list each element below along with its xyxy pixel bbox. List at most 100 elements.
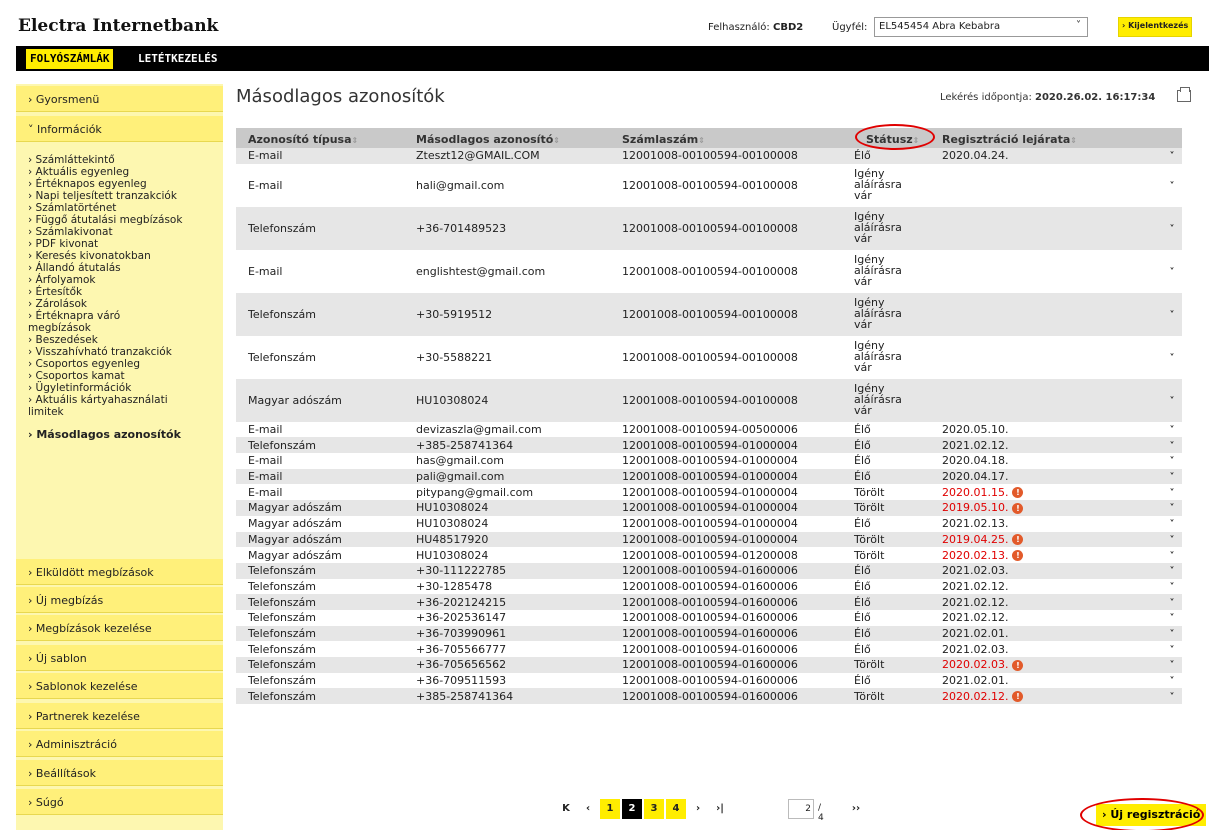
row-expand[interactable]: ˅ [1150, 562, 1182, 579]
table-row[interactable]: Telefonszám +36-709511593 12001008-0010059… [236, 673, 1182, 689]
table-row[interactable]: E-mail Zteszt12@GMAIL.COM 12001008-0010059… [236, 148, 1182, 164]
row-expand[interactable]: ˅ [1150, 484, 1182, 500]
row-expand[interactable]: ˅ [1150, 378, 1182, 422]
client-select[interactable]: EL545454 Abra Kebabra ˅ [874, 17, 1088, 37]
page-1[interactable]: 1 [600, 799, 620, 819]
table-row[interactable]: E-mail hali@gmail.com 12001008-00100594-00… [236, 164, 1182, 207]
row-expand[interactable]: ˅ [1150, 625, 1182, 642]
page-4[interactable]: 4 [666, 799, 686, 819]
table-row[interactable]: E-mail pitypang@gmail.com 12001008-0010059… [236, 484, 1182, 500]
page-3[interactable]: 3 [644, 799, 664, 819]
last-page-icon[interactable]: ›| [710, 799, 730, 819]
sidebar-subitem[interactable]: › PDF kivonat [16, 238, 223, 250]
sidebar-item[interactable]: › Súgó [16, 789, 223, 815]
sidebar-subitem[interactable]: › Aktuális kártyahasználati [16, 394, 223, 406]
logout-button[interactable]: › Kijelentkezés [1118, 17, 1193, 37]
print-icon[interactable] [1177, 87, 1191, 102]
table-row[interactable]: Telefonszám +36-705566777 12001008-0010059… [236, 641, 1182, 657]
table-row[interactable]: Magyar adószám HU10308024 12001008-0010059… [236, 378, 1182, 422]
row-expand[interactable]: ˅ [1150, 206, 1182, 250]
sidebar-item[interactable]: › Partnerek kezelése [16, 703, 223, 729]
table-row[interactable]: Telefonszám +30-5919512 12001008-00100594-… [236, 292, 1182, 336]
row-expand[interactable]: ˅ [1150, 453, 1182, 469]
row-expand[interactable]: ˅ [1150, 164, 1182, 207]
sidebar-subitem[interactable]: › Számlatörténet [16, 202, 223, 214]
table-row[interactable]: Telefonszám +385-258741364 12001008-001005… [236, 437, 1182, 454]
sidebar-subitem[interactable]: › Keresés kivonatokban [16, 250, 223, 262]
row-expand[interactable]: ˅ [1150, 468, 1182, 485]
sidebar-subitem[interactable]: › Aktuális egyenleg [16, 166, 223, 178]
row-expand[interactable]: ˅ [1150, 250, 1182, 293]
next-page-icon[interactable]: › [688, 799, 708, 819]
row-expand[interactable]: ˅ [1150, 579, 1182, 595]
tab-letetkezeles[interactable]: LETÉTKEZELÉS [134, 49, 221, 69]
table-row[interactable]: Telefonszám +30-111222785 12001008-0010059… [236, 562, 1182, 579]
row-expand[interactable]: ˅ [1150, 610, 1182, 626]
sidebar-subitem[interactable]: megbízások [16, 322, 223, 334]
tab-folyoszamlak[interactable]: FOLYÓSZÁMLÁK [26, 49, 114, 69]
row-expand[interactable]: ˅ [1150, 641, 1182, 657]
row-expand[interactable]: ˅ [1150, 437, 1182, 454]
go-page-icon[interactable]: ›› [846, 799, 866, 819]
sidebar-item[interactable]: › Elküldött megbízások [16, 559, 223, 585]
table-row[interactable]: Telefonszám +36-701489523 12001008-0010059… [236, 206, 1182, 250]
table-row[interactable]: E-mail pali@gmail.com 12001008-00100594-01… [236, 468, 1182, 485]
sidebar-subitem[interactable]: › Értesítők [16, 286, 223, 298]
table-row[interactable]: Telefonszám +385-258741364 12001008-001005… [236, 688, 1182, 705]
first-page-icon[interactable]: K [556, 799, 576, 819]
row-expand[interactable]: ˅ [1150, 292, 1182, 336]
table-row[interactable]: Magyar adószám HU10308024 12001008-0010059… [236, 500, 1182, 516]
sidebar-item[interactable]: › Beállítások [16, 760, 223, 786]
sidebar-subitem[interactable]: › Visszahívható tranzakciók [16, 346, 223, 358]
row-expand[interactable]: ˅ [1150, 531, 1182, 548]
table-row[interactable]: Magyar adószám HU48517920 12001008-0010059… [236, 531, 1182, 548]
sidebar-item[interactable]: › Új sablon [16, 645, 223, 671]
sidebar-subitem[interactable]: › Értéknapra váró [16, 310, 223, 322]
prev-page-icon[interactable]: ‹ [578, 799, 598, 819]
row-expand[interactable]: ˅ [1150, 148, 1182, 164]
sidebar-subitem[interactable]: › Számláttekintő [16, 154, 223, 166]
page-2[interactable]: 2 [622, 799, 642, 819]
row-expand[interactable]: ˅ [1150, 500, 1182, 516]
sidebar-subitem[interactable]: › Másodlagos azonosítók [16, 429, 223, 441]
sidebar-subitem[interactable]: › Zárolások [16, 298, 223, 310]
row-expand[interactable]: ˅ [1150, 516, 1182, 532]
row-expand[interactable]: ˅ [1150, 594, 1182, 610]
sidebar-subitem[interactable]: › Értéknapos egyenleg [16, 178, 223, 190]
row-expand[interactable]: ˅ [1150, 336, 1182, 379]
table-row[interactable]: E-mail devizaszla@gmail.com 12001008-00100… [236, 422, 1182, 438]
table-row[interactable]: E-mail englishtest@gmail.com 12001008-0010… [236, 250, 1182, 293]
sidebar-item[interactable]: › Megbízások kezelése [16, 615, 223, 641]
table-row[interactable]: Telefonszám +36-202536147 12001008-0010059… [236, 610, 1182, 626]
sidebar-subitem[interactable]: › Beszedések [16, 334, 223, 346]
sidebar-subitem[interactable]: limitek [16, 406, 223, 418]
column-header[interactable]: Számlaszám⇕ [610, 128, 854, 148]
sidebar-subitem[interactable]: › Számlakivonat [16, 226, 223, 238]
table-row[interactable]: Magyar adószám HU10308024 12001008-0010059… [236, 547, 1182, 563]
column-header[interactable]: Másodlagos azonosító⇕ [404, 128, 610, 148]
table-row[interactable]: Telefonszám +36-703990961 12001008-0010059… [236, 625, 1182, 642]
row-expand[interactable]: ˅ [1150, 673, 1182, 689]
sidebar-subitem[interactable]: › Csoportos egyenleg [16, 358, 223, 370]
table-row[interactable]: Telefonszám +30-5588221 12001008-00100594-… [236, 336, 1182, 379]
sidebar-subitem[interactable]: › Napi teljesített tranzakciók [16, 190, 223, 202]
sidebar-item[interactable]: › Új megbízás [16, 587, 223, 613]
sidebar-item-gyorsmenu[interactable]: › Gyorsmenü [16, 86, 223, 112]
sidebar-subitem[interactable]: › Függő átutalási megbízások [16, 214, 223, 226]
sidebar-subitem[interactable]: › Állandó átutalás [16, 262, 223, 274]
sidebar-subitem[interactable]: › Ügyletinformációk [16, 382, 223, 394]
column-header[interactable]: Azonosító típusa⇕ [236, 128, 404, 148]
table-row[interactable]: E-mail has@gmail.com 12001008-00100594-010… [236, 453, 1182, 469]
sidebar-item[interactable]: › Adminisztráció [16, 731, 223, 757]
sidebar-item-informaciok[interactable]: ˅ Információk [16, 116, 223, 142]
table-row[interactable]: Telefonszám +36-705656562 12001008-0010059… [236, 657, 1182, 673]
table-row[interactable]: Magyar adószám HU10308024 12001008-0010059… [236, 516, 1182, 532]
row-expand[interactable]: ˅ [1150, 547, 1182, 563]
page-number-input[interactable]: 2 [788, 799, 814, 819]
row-expand[interactable]: ˅ [1150, 688, 1182, 705]
column-header[interactable]: Regisztráció lejárata⇕ [930, 128, 1150, 148]
row-expand[interactable]: ˅ [1150, 657, 1182, 673]
table-row[interactable]: Telefonszám +30-1285478 12001008-00100594-… [236, 579, 1182, 595]
table-row[interactable]: Telefonszám +36-202124215 12001008-0010059… [236, 594, 1182, 610]
sidebar-subitem[interactable]: › Csoportos kamat [16, 370, 223, 382]
